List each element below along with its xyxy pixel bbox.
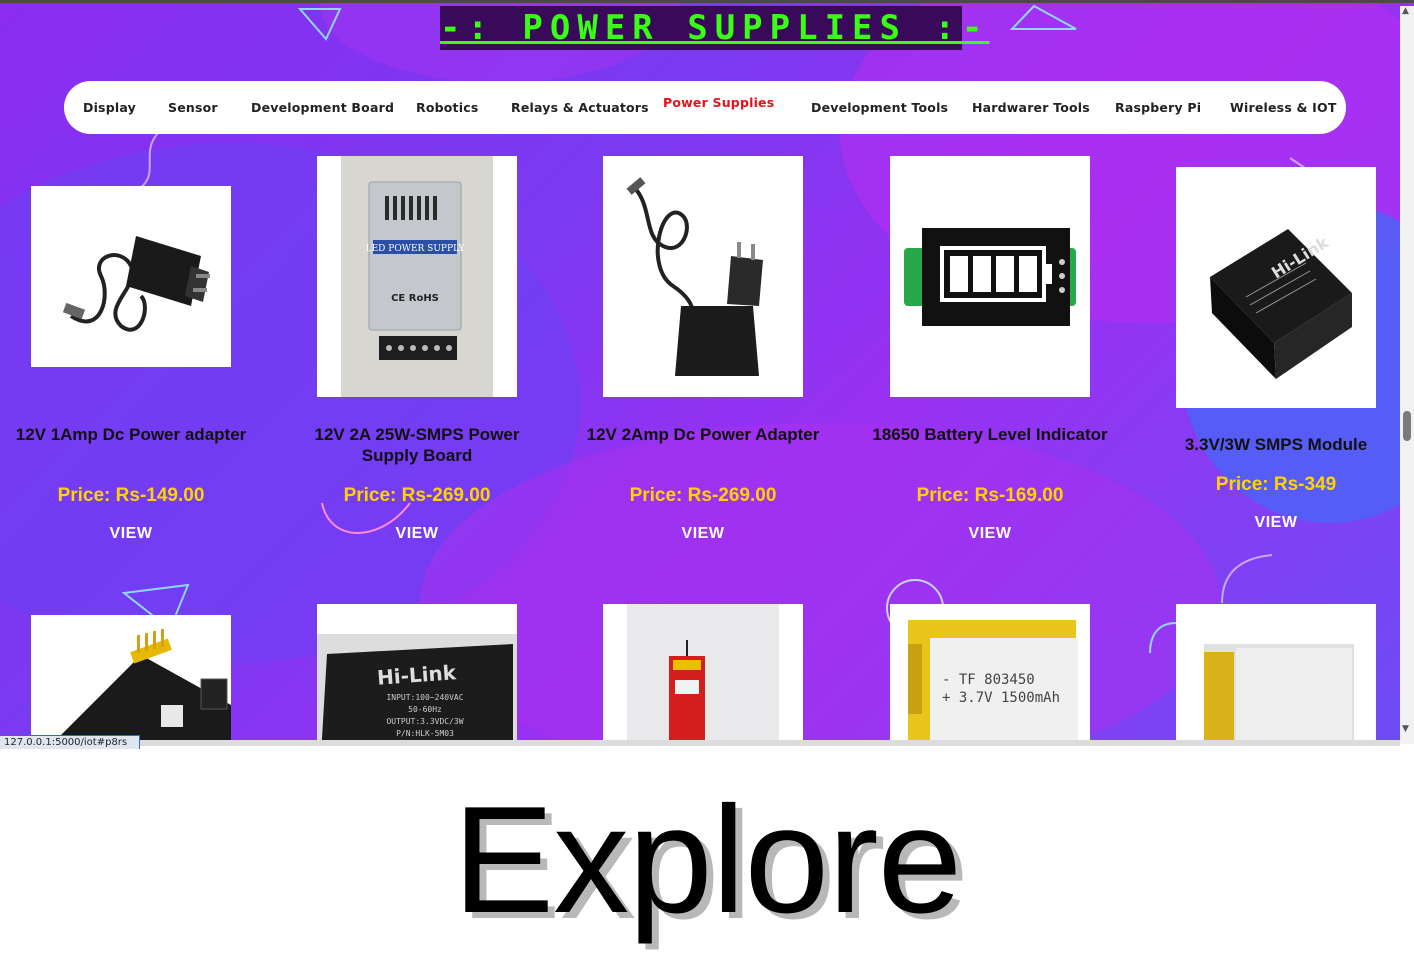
scroll-down-icon[interactable]: ▼: [1402, 724, 1409, 734]
nav-item-sensor[interactable]: Sensor: [168, 100, 218, 115]
view-button[interactable]: VIEW: [572, 525, 834, 543]
product-name: 12V 1Amp Dc Power adapter: [15, 425, 247, 444]
svg-text:+ 3.7V 1500mAh: + 3.7V 1500mAh: [942, 690, 1060, 706]
vertical-scrollbar[interactable]: ▲ ▼: [1400, 6, 1414, 744]
product-image-hilink-module-2[interactable]: Hi-Link INPUT:100~240VAC 50-60Hz OUTPUT:…: [317, 604, 517, 744]
breadboard-power-module-image: [52, 629, 231, 744]
scroll-up-icon[interactable]: ▲: [1402, 6, 1409, 16]
lipo-battery-image: - TF 803450 + 3.7V 1500mAh: [908, 620, 1078, 744]
view-button[interactable]: VIEW: [0, 525, 262, 543]
page-title: -: POWER SUPPLIES :-: [440, 6, 990, 50]
dc-adapter-image: [626, 177, 763, 376]
nav-item-power-supplies[interactable]: Power Supplies: [663, 95, 774, 110]
nav-item-display[interactable]: Display: [83, 100, 136, 115]
nav-item-development-tools[interactable]: Development Tools: [811, 100, 948, 115]
view-button[interactable]: VIEW: [859, 525, 1121, 543]
hilink-module-image: Hi-Link: [1210, 229, 1352, 379]
product-name: 18650 Battery Level Indicator: [872, 425, 1108, 444]
svg-text:- TF 803450: - TF 803450: [942, 672, 1035, 688]
product-image-breadboard-module[interactable]: [31, 615, 231, 744]
nav-item-robotics[interactable]: Robotics: [416, 100, 478, 115]
view-button[interactable]: VIEW: [286, 525, 548, 543]
nav-item-relays-actuators[interactable]: Relays & Actuators: [511, 100, 649, 115]
product-image-battery-indicator[interactable]: [890, 156, 1090, 397]
caption-text: Explore: [452, 775, 962, 945]
battery-indicator-image: [904, 228, 1076, 326]
lipo-battery-small-image: [1204, 644, 1354, 744]
svg-text:50-60Hz: 50-60Hz: [408, 705, 442, 714]
product-price: Price: Rs-269.00: [629, 485, 777, 506]
product-name: 12V 2A 25W-SMPS Power Supply Board: [314, 425, 520, 465]
svg-text:INPUT:100~240VAC: INPUT:100~240VAC: [386, 693, 463, 702]
scroll-thumb[interactable]: [1403, 411, 1411, 441]
product-image-hilink-module[interactable]: Hi-Link: [1176, 167, 1376, 408]
product-image-dc-adapter[interactable]: [31, 186, 231, 367]
product-image-smps-board[interactable]: LED POWER SUPPLY CE RoHS: [317, 156, 517, 397]
product-name: 12V 2Amp Dc Power Adapter: [586, 425, 820, 444]
product-image-lipo-battery-small[interactable]: [1176, 604, 1376, 744]
dc-adapter-image: [62, 236, 210, 332]
product-price: Price: Rs-149.00: [57, 485, 205, 506]
product-name: 3.3V/3W SMPS Module: [1184, 435, 1368, 454]
product-image-lipo-battery-thin[interactable]: [603, 604, 803, 744]
product-price: Price: Rs-349: [1215, 474, 1337, 495]
status-bar-url: 127.0.0.1:5000/iot#p8rs: [0, 735, 140, 749]
svg-text:OUTPUT:3.3VDC/3W: OUTPUT:3.3VDC/3W: [386, 717, 463, 726]
nav-item-development-board[interactable]: Development Board: [251, 100, 394, 115]
nav-item-wireless-iot[interactable]: Wireless & IOT: [1230, 100, 1337, 115]
product-price: Price: Rs-269.00: [343, 485, 491, 506]
nav-item-raspberry-pi[interactable]: Raspbery Pi: [1115, 100, 1201, 115]
svg-text:CE RoHS: CE RoHS: [391, 293, 439, 304]
svg-text:LED POWER SUPPLY: LED POWER SUPPLY: [366, 244, 466, 254]
hilink-module-image: Hi-Link INPUT:100~240VAC 50-60Hz OUTPUT:…: [317, 634, 517, 744]
product-price: Price: Rs-169.00: [916, 485, 1064, 506]
svg-text:P/N:HLK-5M03: P/N:HLK-5M03: [396, 729, 454, 738]
nav-item-hardware-tools[interactable]: Hardwarer Tools: [972, 100, 1090, 115]
lipo-battery-thin-image: [627, 604, 779, 744]
smps-board-image: LED POWER SUPPLY CE RoHS: [341, 156, 493, 397]
product-image-dc-adapter-2a[interactable]: [603, 156, 803, 397]
horizontal-scrollbar[interactable]: [0, 740, 1400, 746]
product-image-lipo-battery[interactable]: - TF 803450 + 3.7V 1500mAh: [890, 604, 1090, 744]
browser-viewport: -: POWER SUPPLIES :- Display Sensor Deve…: [0, 0, 1414, 744]
category-nav: Display Sensor Development Board Robotic…: [64, 81, 1346, 134]
view-button[interactable]: VIEW: [1145, 514, 1407, 532]
